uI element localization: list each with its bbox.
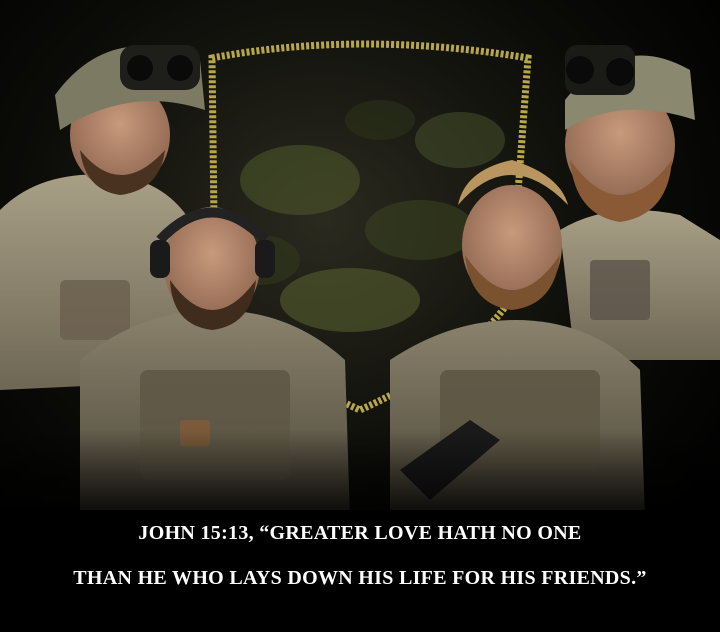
caption-line-2: THAN HE WHO LAYS DOWN HIS LIFE FOR HIS F… — [73, 567, 647, 589]
memorial-image: JOHN 15:13, “GREATER LOVE HATH NO ONE TH… — [0, 0, 720, 632]
caption-line-1: JOHN 15:13, “GREATER LOVE HATH NO ONE — [138, 522, 582, 544]
